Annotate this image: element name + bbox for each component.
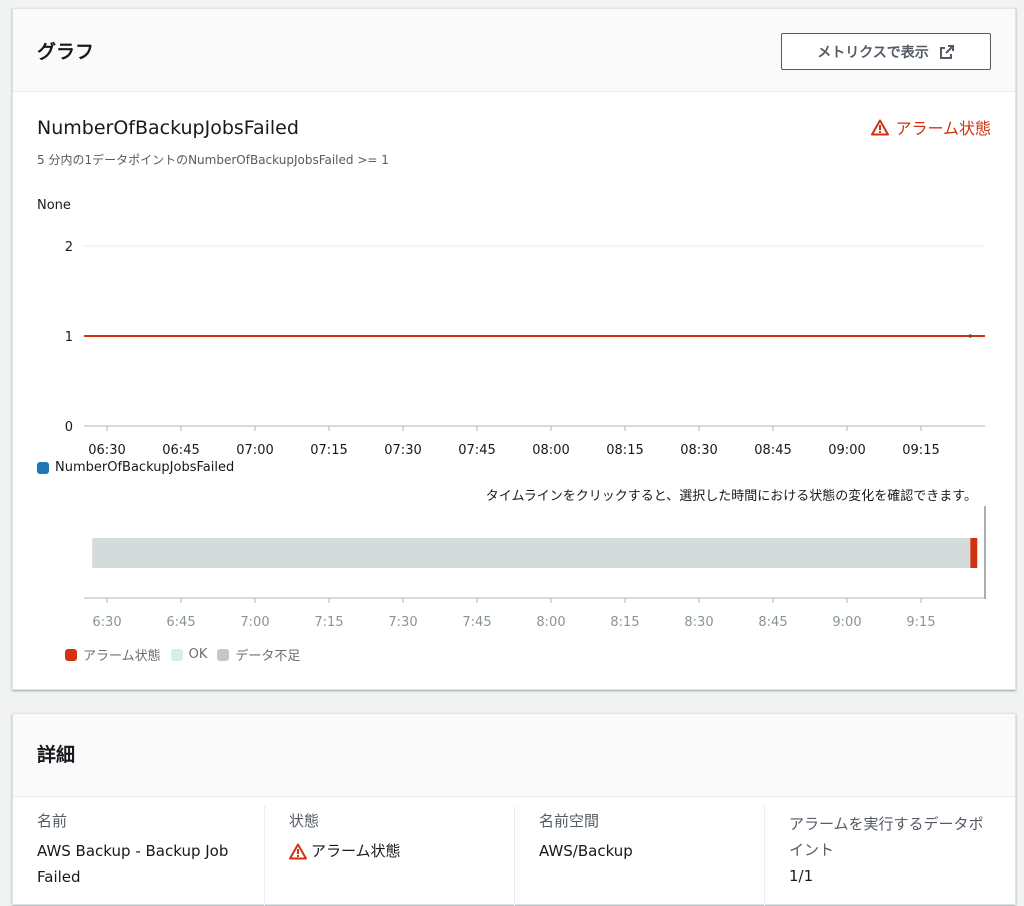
detail-namespace: 名前空間 AWS/Backup [539,811,769,864]
timeline-tick-label: 9:15 [906,615,935,629]
detail-datapoints-label: アラームを実行するデータポイント [789,815,984,859]
detail-datapoints-value: 1/1 [789,867,814,885]
x-tick-label: 09:15 [902,443,939,458]
state-legend: アラーム状態 OK データ不足 [65,645,310,664]
timeline-tick-label: 6:45 [166,615,195,629]
warning-icon [289,843,307,860]
x-tick-label: 08:00 [532,443,569,458]
detail-namespace-value: AWS/Backup [539,842,633,860]
x-tick-label: 08:45 [754,443,791,458]
legend-series-label: NumberOfBackupJobsFailed [55,460,235,475]
metric-chart[interactable]: 0 1 2 06:30 06:45 07:00 07:15 07:30 07:45 08:00 08… [13,219,1013,459]
x-tick-label: 06:30 [88,443,125,458]
detail-state-label: 状態 [289,812,320,830]
details-panel-header: 詳細 [13,714,1015,797]
y-tick-label: 1 [65,330,73,345]
timeline-tick-label: 7:15 [314,615,343,629]
state-legend-ok-label: OK [188,647,208,662]
legend-swatch-alarm [65,648,77,661]
state-legend-ok: OK [170,647,208,662]
detail-name-value: AWS Backup - Backup Job Failed [37,842,229,886]
graph-title: グラフ [37,41,95,63]
timeline-tick-label: 8:45 [758,615,787,629]
x-tick-label: 08:15 [606,443,643,458]
metric-title: NumberOfBackupJobsFailed [37,117,299,139]
column-divider [264,806,265,906]
timeline-segment[interactable] [92,538,971,568]
timeline-tick-label: 7:45 [462,615,491,629]
timeline-tick-label: 6:30 [92,615,121,629]
detail-namespace-label: 名前空間 [539,812,600,830]
chart-legend[interactable]: NumberOfBackupJobsFailed [37,460,234,475]
x-tick-label: 08:30 [680,443,717,458]
x-tick-label: 06:45 [162,443,199,458]
metric-condition: 5 分内の1データポイントのNumberOfBackupJobsFailed >… [37,153,389,167]
detail-name-label: 名前 [37,812,68,830]
warning-icon [871,119,890,136]
view-in-metrics-button[interactable]: メトリクスで表示 [781,33,991,70]
detail-datapoints: アラームを実行するデータポイント 1/1 [789,811,989,889]
x-tick-label: 09:00 [828,443,865,458]
timeline-segment[interactable] [970,538,978,568]
timeline-tick-label: 7:00 [240,615,269,629]
legend-swatch-insufficient [217,648,230,661]
x-tick-label: 07:00 [236,443,273,458]
external-link-icon [939,44,955,60]
alarm-state-indicator: アラーム状態 [871,115,991,139]
graph-panel: グラフ メトリクスで表示 NumberOfBackupJobsFailed 5 … [12,8,1016,690]
state-timeline[interactable]: 6:30 6:45 7:00 7:15 7:30 7:45 8:00 8:15 8:30 8:45… [13,504,1013,629]
state-legend-insufficient-label: データ不足 [235,649,301,664]
legend-swatch-ok [170,648,183,661]
detail-state-text: アラーム状態 [311,842,401,860]
detail-name: 名前 AWS Backup - Backup Job Failed [37,811,267,890]
y-axis-unit-label: None [37,198,71,213]
details-panel: 詳細 名前 AWS Backup - Backup Job Failed 状態 … [12,713,1016,906]
y-tick-label: 2 [65,240,73,255]
y-tick-label: 0 [65,420,73,435]
state-legend-alarm: アラーム状態 [65,645,161,664]
details-title: 詳細 [37,744,76,766]
view-in-metrics-label: メトリクスで表示 [817,44,929,61]
state-legend-alarm-label: アラーム状態 [83,649,161,664]
column-divider [764,806,765,906]
alarm-state-label: アラーム状態 [895,119,991,138]
legend-swatch [37,461,49,474]
x-tick-label: 07:30 [384,443,421,458]
data-point[interactable] [968,334,973,338]
timeline-tick-label: 9:00 [832,615,861,629]
timeline-tick-label: 7:30 [388,615,417,629]
timeline-tick-label: 8:30 [684,615,713,629]
state-legend-insufficient: データ不足 [217,645,300,664]
timeline-hint: タイムラインをクリックすると、選択した時間における状態の変化を確認できます。 [485,489,977,504]
graph-panel-header: グラフ メトリクスで表示 [13,9,1015,92]
x-tick-label: 07:15 [310,443,347,458]
detail-state: 状態 アラーム状態 [289,811,519,864]
x-tick-label: 07:45 [458,443,495,458]
timeline-tick-label: 8:00 [536,615,565,629]
timeline-tick-label: 8:15 [610,615,639,629]
column-divider [514,806,515,906]
detail-state-value: アラーム状態 [289,838,519,864]
